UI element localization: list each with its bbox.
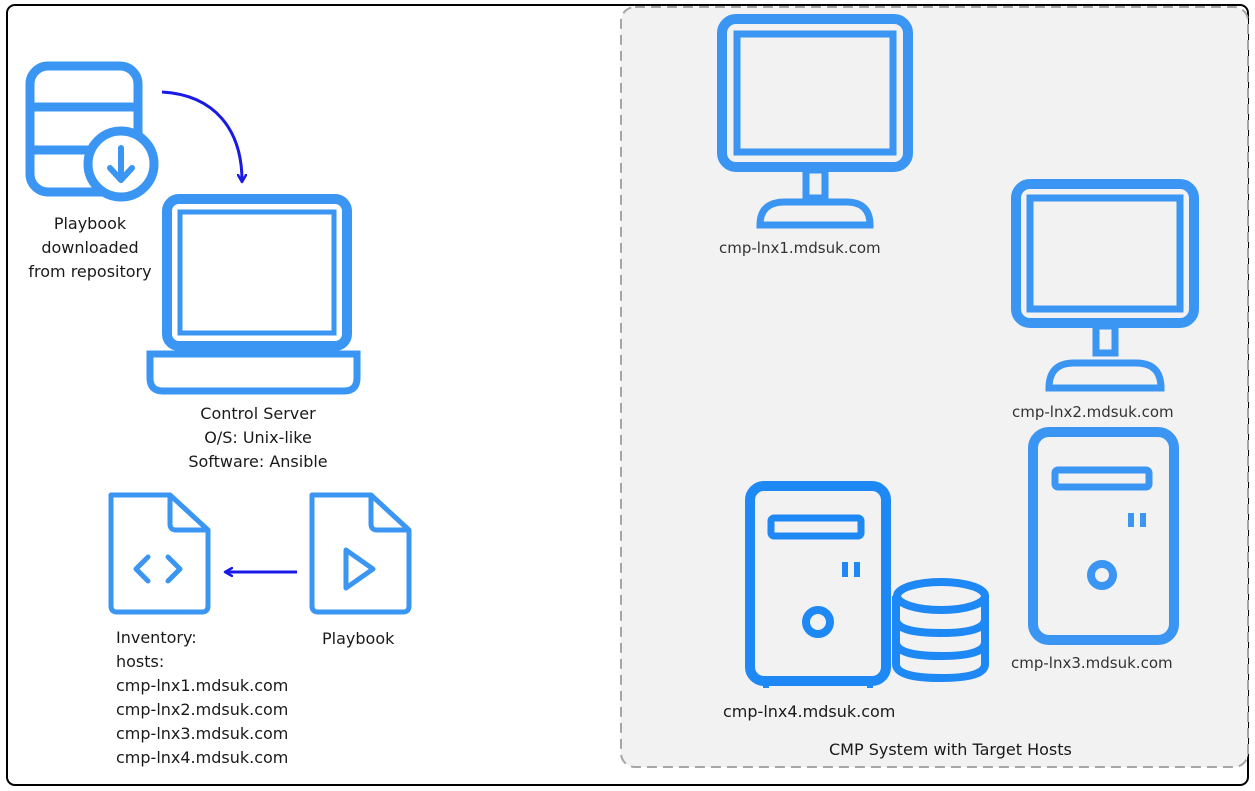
- laptop-icon: [146, 194, 361, 395]
- inventory-caption-line: cmp-lnx1.mdsuk.com: [116, 676, 289, 695]
- repository-caption: Playbook downloaded from repository: [16, 212, 164, 284]
- host-label-lnx4: cmp-lnx4.mdsuk.com: [723, 702, 896, 721]
- inventory-caption-line: cmp-lnx2.mdsuk.com: [116, 700, 289, 719]
- repository-caption-line: Playbook: [53, 214, 127, 233]
- inventory-caption: Inventory: hosts: cmp-lnx1.mdsuk.com cmp…: [116, 626, 288, 770]
- control-server-caption: Control Server O/S: Unix-like Software: …: [170, 402, 346, 474]
- play-file-icon: [309, 492, 412, 615]
- inventory-caption-line: cmp-lnx4.mdsuk.com: [116, 748, 289, 767]
- cmp-system-title: CMP System with Target Hosts: [829, 740, 1072, 759]
- diagram-canvas: Playbook downloaded from repository Cont…: [0, 0, 1255, 791]
- repository-caption-line: downloaded: [41, 238, 139, 257]
- control-server-caption-line: Software: Ansible: [188, 452, 328, 471]
- host-label-lnx1: cmp-lnx1.mdsuk.com: [719, 239, 881, 257]
- host-label-lnx3: cmp-lnx3.mdsuk.com: [1011, 654, 1173, 672]
- control-server-caption-line: Control Server: [200, 404, 316, 423]
- repository-caption-line: from repository: [28, 262, 152, 281]
- inventory-caption-line: cmp-lnx3.mdsuk.com: [116, 724, 289, 743]
- inventory-caption-line: hosts:: [116, 652, 165, 671]
- playbook-caption: Playbook: [322, 629, 395, 648]
- host-label-lnx2: cmp-lnx2.mdsuk.com: [1012, 403, 1174, 421]
- code-file-icon: [108, 492, 211, 615]
- database-download-icon: [25, 61, 159, 202]
- control-server-caption-line: O/S: Unix-like: [204, 428, 312, 447]
- download-arrow: [161, 90, 242, 181]
- inventory-caption-line: Inventory:: [116, 628, 197, 647]
